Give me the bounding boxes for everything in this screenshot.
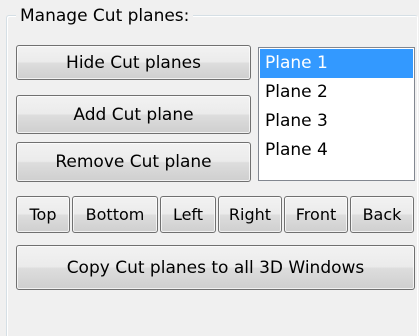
list-item-plane-1[interactable]: Plane 1: [260, 49, 413, 78]
cut-planes-listbox[interactable]: Plane 1 Plane 2 Plane 3 Plane 4: [258, 47, 415, 181]
view-right-button[interactable]: Right: [218, 196, 282, 233]
view-left-button[interactable]: Left: [160, 196, 216, 233]
list-item-plane-3[interactable]: Plane 3: [260, 107, 413, 136]
copy-cut-planes-button[interactable]: Copy Cut planes to all 3D Windows: [16, 245, 415, 290]
list-item-plane-2[interactable]: Plane 2: [260, 78, 413, 107]
hide-cut-planes-button[interactable]: Hide Cut planes: [16, 45, 251, 80]
groupbox-title: Manage Cut planes:: [16, 6, 194, 27]
remove-cut-plane-button[interactable]: Remove Cut plane: [16, 142, 251, 182]
view-bottom-button[interactable]: Bottom: [72, 196, 158, 233]
list-item-plane-4[interactable]: Plane 4: [260, 136, 413, 165]
view-back-button[interactable]: Back: [350, 196, 414, 233]
view-top-button[interactable]: Top: [16, 196, 70, 233]
view-front-button[interactable]: Front: [284, 196, 348, 233]
add-cut-plane-button[interactable]: Add Cut plane: [16, 95, 251, 134]
